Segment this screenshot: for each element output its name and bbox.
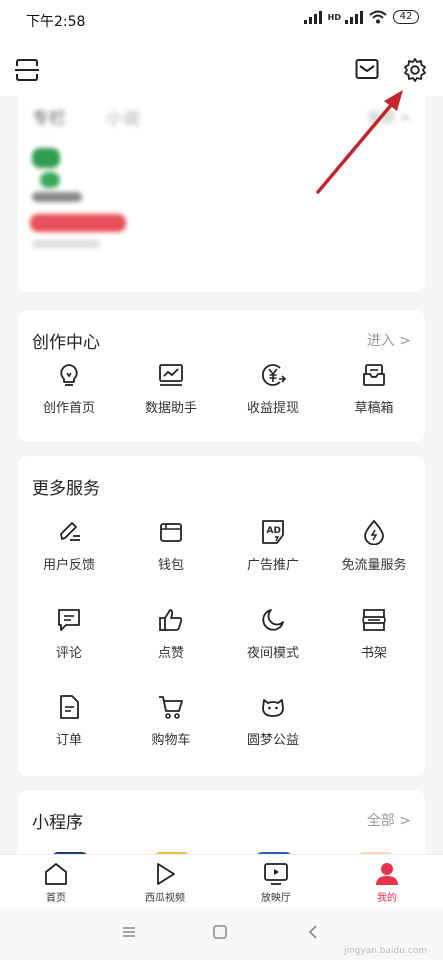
comments-item[interactable]: 评论 <box>18 607 120 661</box>
home-square-icon[interactable] <box>212 924 228 940</box>
feedback-item[interactable]: 用户反馈 <box>18 519 120 573</box>
bookshelf-label: 书架 <box>360 646 387 661</box>
mini-programs-all-link[interactable]: 全部 > <box>367 810 411 830</box>
wallet-item[interactable]: 钱包 <box>120 519 222 573</box>
menu-icon[interactable] <box>121 924 137 940</box>
ad-promotion-label: 广告推广 <box>246 558 299 573</box>
nav-xigua-label: 西瓜视频 <box>145 893 185 904</box>
night-mode-item[interactable]: 夜间模式 <box>222 607 324 661</box>
top-bar <box>0 40 443 96</box>
nav-cinema-label: 放映厅 <box>261 893 291 904</box>
network-label: HD <box>327 12 341 22</box>
drop-icon <box>364 519 384 545</box>
gear-icon[interactable] <box>402 57 428 83</box>
orders-item[interactable]: 订单 <box>18 694 120 748</box>
mail-icon[interactable] <box>355 58 379 80</box>
blurred-graphic-red <box>30 214 126 232</box>
tab-column[interactable]: 专栏 <box>32 104 66 129</box>
bulb-icon <box>60 364 78 386</box>
night-mode-label: 夜间模式 <box>246 646 299 661</box>
free-data-label: 免流量服务 <box>341 558 407 573</box>
comments-label: 评论 <box>55 646 82 661</box>
more-services-card: 更多服务 用户反馈 钱包 AD 广告推广 免流量服务 评论 点赞 夜间模式 书架… <box>18 456 425 776</box>
status-bar: 下午2:58 HD 42 <box>0 0 443 40</box>
wallet-label: 钱包 <box>157 558 184 573</box>
data-assistant-label: 数据助手 <box>144 401 197 416</box>
blurred-content-card: 专栏 小说 全部 > <box>18 96 425 292</box>
nav-home-label: 首页 <box>46 893 66 904</box>
wifi-icon <box>369 10 387 24</box>
blurred-graphic-gray <box>32 240 100 248</box>
earnings-withdraw-item[interactable]: 收益提现 <box>222 362 324 416</box>
wallet-icon <box>160 523 182 542</box>
yen-icon <box>261 364 286 386</box>
thumb-icon <box>159 609 183 631</box>
blurred-more-link[interactable]: 全部 > <box>367 107 411 127</box>
signal-icon-2 <box>345 10 363 24</box>
ad-icon: AD <box>262 520 284 544</box>
bottom-nav: 首页 西瓜视频 放映厅 我的 <box>0 854 443 908</box>
drafts-item[interactable]: 草稿箱 <box>323 362 425 416</box>
blurred-graphic-green-2 <box>40 172 60 188</box>
user-icon <box>376 863 398 885</box>
likes-item[interactable]: 点赞 <box>120 607 222 661</box>
data-assistant-item[interactable]: 数据助手 <box>120 362 222 416</box>
chart-icon <box>159 364 183 386</box>
order-icon <box>60 695 79 719</box>
cart-icon <box>159 696 183 719</box>
comment-icon <box>58 609 80 631</box>
pen-icon <box>60 522 80 541</box>
nav-mine-label: 我的 <box>377 893 397 904</box>
back-icon[interactable] <box>305 924 321 940</box>
creation-home-label: 创作首页 <box>42 401 95 416</box>
feedback-label: 用户反馈 <box>42 558 95 573</box>
blurred-content: 专栏 小说 全部 > <box>18 96 425 292</box>
nav-home[interactable]: 首页 <box>6 861 106 904</box>
creation-home-item[interactable]: 创作首页 <box>18 362 120 416</box>
creation-center-title: 创作中心 <box>32 333 100 353</box>
blurred-graphic-green <box>32 148 60 168</box>
more-services-title: 更多服务 <box>32 479 100 499</box>
drafts-label: 草稿箱 <box>354 401 394 416</box>
moon-icon <box>262 609 284 631</box>
nav-mine[interactable]: 我的 <box>337 861 437 904</box>
earnings-withdraw-label: 收益提现 <box>246 401 299 416</box>
tab-novel[interactable]: 小说 <box>106 104 140 129</box>
tv-icon <box>264 863 288 885</box>
status-icons: HD 42 <box>303 10 419 24</box>
bookshelf-icon <box>362 609 386 631</box>
cart-item[interactable]: 购物车 <box>120 694 222 748</box>
signal-icon <box>303 10 322 24</box>
free-data-item[interactable]: 免流量服务 <box>323 519 425 573</box>
cart-label: 购物车 <box>151 733 191 748</box>
ad-promotion-item[interactable]: AD 广告推广 <box>222 519 324 573</box>
watermark-text: jingyan.baidu.com <box>343 946 427 956</box>
charity-label: 圆梦公益 <box>246 733 299 748</box>
creation-center-card: 创作中心 进入 > 创作首页 数据助手 收益提现 草稿箱 <box>18 310 425 442</box>
cat-icon <box>262 699 284 717</box>
battery-indicator: 42 <box>393 10 419 24</box>
system-nav-bar: jingyan.baidu.com <box>0 908 443 960</box>
likes-label: 点赞 <box>157 646 184 661</box>
scan-icon[interactable] <box>14 58 40 82</box>
mini-programs-title: 小程序 <box>32 813 83 833</box>
blurred-graphic-dark <box>32 192 82 202</box>
play-icon <box>157 863 175 885</box>
bookshelf-item[interactable]: 书架 <box>323 607 425 661</box>
creation-center-enter-link[interactable]: 进入 > <box>367 330 411 350</box>
nav-cinema[interactable]: 放映厅 <box>226 861 326 904</box>
status-time: 下午2:58 <box>26 14 86 30</box>
charity-item[interactable]: 圆梦公益 <box>222 694 324 748</box>
nav-xigua-video[interactable]: 西瓜视频 <box>115 861 215 904</box>
orders-label: 订单 <box>55 733 82 748</box>
svg-text:AD: AD <box>267 526 281 536</box>
draft-icon <box>363 364 385 386</box>
home-icon <box>45 863 67 885</box>
